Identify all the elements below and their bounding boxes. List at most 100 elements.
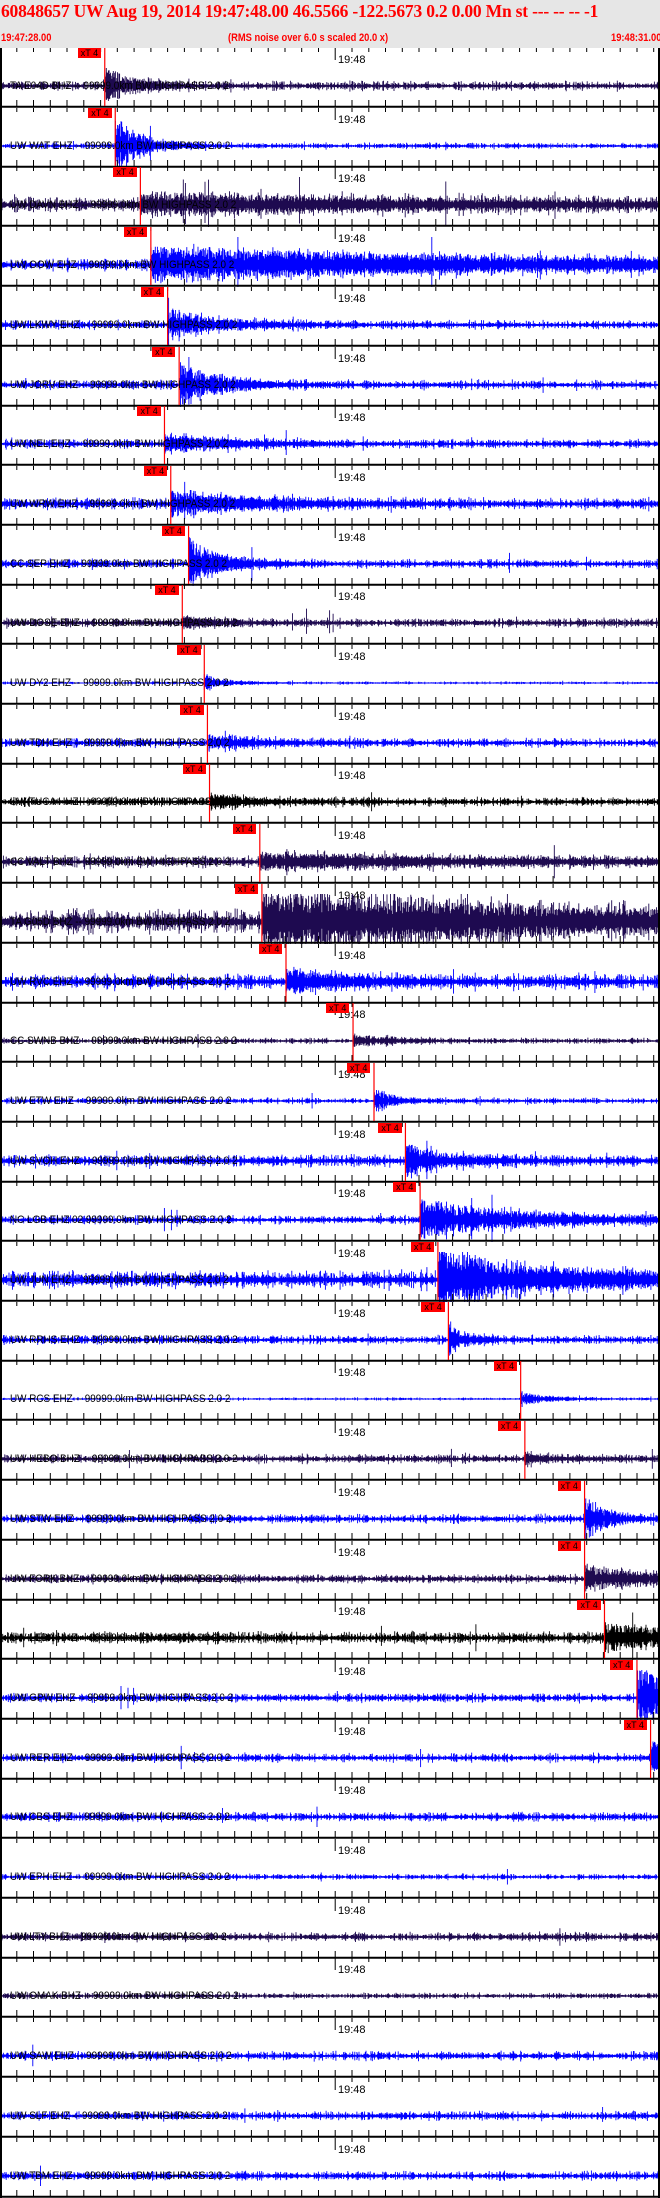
seismogram-traces: 19:48 xT 4 TA E04D BHZ -- 99999.0km BW HIG… xyxy=(0,48,660,2198)
waveform xyxy=(0,2137,660,2198)
pick-marker[interactable]: xT 4 xyxy=(497,1421,522,1432)
trace-row: 19:48 xT 4 UW JORV EHZ -- 99999.0km BW HIG… xyxy=(0,346,660,407)
station-label: UW RVC EHZ -- 99999.0km BW HIGHPASS 2.0 … xyxy=(10,975,231,988)
station-label: UW TUCA HHZ -- 99999.0km BW HIGHPASS 2.0… xyxy=(10,796,237,809)
pick-marker[interactable]: xT 4 xyxy=(557,1540,581,1551)
trace-row: 19:48 xT 4 UW TUCA HHZ -- 99999.0km BW HIG… xyxy=(0,764,660,825)
minute-mark-label: 19:48 xyxy=(338,1665,366,1678)
pick-marker[interactable]: xT 4 xyxy=(326,1003,350,1014)
station-label: UW TBM EHZ -- 99999.0km BW HIGHPASS 2.0 … xyxy=(10,2169,231,2182)
pick-marker[interactable]: xT 4 xyxy=(234,883,259,894)
pick-marker[interactable]: xT 4 xyxy=(410,1242,435,1252)
pick-marker[interactable]: xT 4 xyxy=(493,1361,517,1372)
waveform xyxy=(0,645,660,705)
waveform xyxy=(0,1898,660,1959)
waveform xyxy=(0,1301,660,1362)
trace-row: 19:48 xT 4 UW DY2 EHZ -- 99999.0km BW HIGH… xyxy=(0,645,660,705)
minute-mark-label: 19:48 xyxy=(338,412,366,425)
minute-mark-label: 19:48 xyxy=(338,770,366,783)
trace-row: 19:48 xT 4 CC SEP EHZ -- 99999.0km BW HIGH… xyxy=(0,525,660,586)
minute-mark-label: 19:48 xyxy=(338,471,366,484)
waveform xyxy=(0,167,660,228)
station-label: UW SVOH EHZ -- 99999.0km BW HIGHPASS 2.0… xyxy=(10,1154,238,1167)
minute-mark-label: 19:48 xyxy=(338,2143,366,2156)
waveform xyxy=(0,1182,660,1243)
pick-marker[interactable]: xT 4 xyxy=(113,167,137,178)
trace-row: 19:48 xT 4 UW RCS EHZ -- 99999.0km BW HIGH… xyxy=(0,1361,660,1422)
waveform xyxy=(0,2018,660,2078)
station-label: UW SLF EHZ -- 99999.0km BW HIGHPASS 2.0 … xyxy=(10,2109,228,2122)
minute-mark-label: 19:48 xyxy=(338,1188,366,1201)
minute-mark-label: 19:48 xyxy=(338,1785,366,1798)
pick-marker[interactable]: xT 4 xyxy=(393,1182,417,1193)
waveform xyxy=(0,2077,660,2138)
station-label: UW RER EHZ -- 99999.0km BW HIGHPASS 2.0 … xyxy=(10,1751,231,1764)
trace-row: 19:48 xT 4 UW RER EHZ -- 99999.0km BW HIGH… xyxy=(0,1719,660,1780)
station-label: TA G05D BHZ -- 99999.0km BW HIGHPASS 2.0… xyxy=(10,915,231,928)
start-time: 19:47:28.00 xyxy=(1,32,52,44)
pick-marker[interactable]: xT 4 xyxy=(623,1719,647,1730)
pick-marker[interactable]: xT 4 xyxy=(123,227,148,238)
trace-row: 19:48 UW OMAK BHZ -- 99999.0km BW HIGHPAS… xyxy=(0,1958,660,2019)
minute-mark-label: 19:48 xyxy=(338,2024,366,2037)
pick-marker[interactable]: xT 4 xyxy=(259,943,283,954)
minute-mark-label: 19:48 xyxy=(338,1367,366,1380)
minute-mark-label: 19:48 xyxy=(338,2083,366,2096)
pick-marker[interactable]: xT 4 xyxy=(155,585,179,596)
trace-row: 19:48 xT 4 UW JUN EHZ -- 99999.0km BW HIGH… xyxy=(0,1242,660,1302)
station-label: UW CBS EHZ -- 99999.0km BW HIGHPASS 2.0 … xyxy=(10,1811,230,1824)
pick-marker[interactable]: xT 4 xyxy=(347,1062,371,1073)
pick-marker[interactable]: xT 4 xyxy=(182,764,206,775)
station-label: CC SWNB BHZ -- 99999.0km BW HIGHPASS 2.0… xyxy=(10,1035,238,1048)
trace-row: 19:48 UW CBS EHZ -- 99999.0km BW HIGHPASS… xyxy=(0,1779,660,1839)
station-label: UW SAW EHZ -- 99999.0km BW HIGHPASS 2.0 … xyxy=(10,2050,232,2063)
pick-marker[interactable]: xT 4 xyxy=(232,824,257,835)
pick-marker[interactable]: xT 4 xyxy=(557,1480,581,1491)
waveform xyxy=(0,764,660,825)
pick-marker[interactable]: xT 4 xyxy=(140,286,164,297)
waveform xyxy=(0,1421,660,1481)
station-label: UW FORK BHZ -- 99999.0km BW HIGHPASS 2.0… xyxy=(10,1572,238,1585)
trace-row: 19:48 xT 4 UW DAVN BHZ -- 99999.0km BW HIG… xyxy=(0,167,660,228)
station-label: UW JUN EHZ -- 99999.0km BW HIGHPASS 2.0 … xyxy=(10,1274,229,1286)
pick-marker[interactable]: xT 4 xyxy=(421,1301,445,1312)
waveform xyxy=(0,1122,660,1183)
minute-mark-label: 19:48 xyxy=(338,1606,366,1619)
minute-mark-label: 19:48 xyxy=(338,233,366,246)
waveform xyxy=(0,585,660,645)
pick-marker[interactable]: xT 4 xyxy=(609,1659,634,1670)
minute-mark-label: 19:48 xyxy=(338,1546,366,1559)
station-label: UW NEL EHZ -- 99999.0km BW HIGHPASS 2.0 … xyxy=(10,438,229,451)
trace-row: 19:48 xT 4 TA G05D BHZ -- 99999.0km BW HIG… xyxy=(0,883,660,944)
station-label: UW RRHS EHZ -- 99999.0km BW HIGHPASS 2.0… xyxy=(10,1333,238,1346)
pick-marker[interactable]: xT 4 xyxy=(88,107,112,118)
trace-row: 19:48 xT 4 NC LGB EHZ 02 99999.0km BW HIGH… xyxy=(0,1182,660,1243)
trace-row: 19:48 UW TBM EHZ -- 99999.0km BW HIGHPASS… xyxy=(0,2137,660,2198)
station-label: UW HEBO BHZ -- 99999.0km BW HIGHPASS 2.0… xyxy=(10,1453,238,1466)
waveform xyxy=(0,465,660,526)
waveform xyxy=(0,1600,660,1661)
pick-marker[interactable]: xT 4 xyxy=(180,704,204,715)
pick-marker[interactable]: xT 4 xyxy=(577,1600,601,1611)
minute-mark-label: 19:48 xyxy=(338,1725,366,1738)
pick-marker[interactable]: xT 4 xyxy=(137,406,161,417)
minute-mark-label: 19:48 xyxy=(338,949,366,962)
waveform xyxy=(0,525,660,586)
end-time: 19:48:31.00 xyxy=(610,32,660,44)
pick-marker[interactable]: xT 4 xyxy=(177,645,201,655)
pick-marker[interactable]: xT 4 xyxy=(143,465,168,476)
pick-marker[interactable]: xT 4 xyxy=(161,525,185,536)
plot-left-border xyxy=(0,48,2,2198)
pick-marker[interactable]: xT 4 xyxy=(378,1122,402,1133)
pick-marker[interactable]: xT 4 xyxy=(77,48,102,58)
pick-marker[interactable]: xT 4 xyxy=(152,346,176,357)
minute-mark-label: 19:48 xyxy=(338,54,366,66)
station-label: UW WAT EHZ -- 99999.0km BW HIGHPASS 2.0 … xyxy=(10,139,231,152)
minute-mark-label: 19:48 xyxy=(338,1248,366,1260)
minute-mark-label: 19:48 xyxy=(338,352,366,365)
trace-row: 19:48 UW SAW EHZ -- 99999.0km BW HIGHPASS… xyxy=(0,2018,660,2078)
minute-mark-label: 19:48 xyxy=(338,531,366,544)
waveform xyxy=(0,1361,660,1422)
trace-row: 19:48 xT 4 UW RVC EHZ -- 99999.0km BW HIGH… xyxy=(0,943,660,1004)
station-label: UW GPW EHZ -- 99999.0km BW HIGHPASS 2.0 … xyxy=(10,1691,234,1704)
